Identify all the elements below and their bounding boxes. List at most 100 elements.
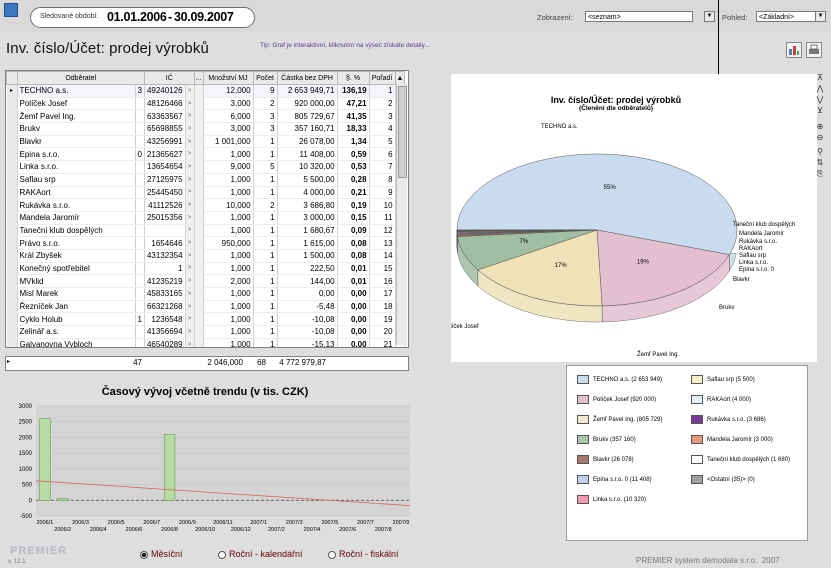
table-row[interactable]: Rukávka s.r.o. 41112526 >10,000 2 3 686,80 0,… xyxy=(6,198,406,212)
col-more[interactable]: ... xyxy=(193,71,204,85)
first-record-icon[interactable]: ⊼ xyxy=(815,74,825,82)
row-selector[interactable] xyxy=(6,122,18,136)
table-row[interactable]: Řezníček Jan 66321268 >1,000 1 -5,48 0,00 18 xyxy=(6,300,406,314)
table-row[interactable]: Mandela Jaromír 25015356 >1,000 1 3 000,00 0,… xyxy=(6,211,406,225)
col-ic[interactable]: IČ xyxy=(143,71,195,85)
cell-ic-button[interactable]: > xyxy=(185,224,195,238)
table-row[interactable]: Políček Josef 48126466 >3,000 2 920 000,00 47… xyxy=(6,97,406,111)
cell-ic-button[interactable]: > xyxy=(185,97,195,111)
table-row[interactable]: MVklid 41235219 >2,000 1 144,00 0,01 16 xyxy=(6,274,406,288)
next-record-icon[interactable]: ⋁ xyxy=(815,96,825,104)
zobrazeni-select[interactable]: <seznam> xyxy=(585,11,693,22)
row-selector[interactable] xyxy=(6,109,18,124)
row-selector[interactable] xyxy=(6,198,18,212)
period-from[interactable]: 01.01.2006 xyxy=(107,10,167,24)
cell-ic-button[interactable]: > xyxy=(185,147,195,162)
col-odberatel[interactable]: Odběratel xyxy=(16,71,145,85)
table-row[interactable]: Brukv 65698855 >3,000 3 357 160,71 18,33 4 xyxy=(6,122,406,136)
cell-ic-button[interactable]: > xyxy=(185,249,195,263)
row-selector[interactable] xyxy=(6,274,18,288)
radio-calendar[interactable]: Roční - kalendářní xyxy=(218,549,303,559)
period-to[interactable]: 30.09.2007 xyxy=(174,10,234,24)
row-selector[interactable] xyxy=(6,97,18,111)
zobrazeni-dropdown-icon[interactable]: ▼ xyxy=(704,11,715,22)
cell-ic-button[interactable]: > xyxy=(185,274,195,288)
table-row[interactable]: Zelinář a.s. 41356694 >1,000 1 -10,08 0,00 20 xyxy=(6,325,406,339)
radio-calendar-dot[interactable] xyxy=(218,550,226,559)
radio-fiscal[interactable]: Roční - fiskální xyxy=(328,549,399,559)
row-selector[interactable] xyxy=(6,262,18,276)
row-selector[interactable]: ▸ xyxy=(6,84,18,98)
table-row[interactable]: Právo s.r.o. 1654646 >950,000 1 1 615,00 0,08… xyxy=(6,236,406,250)
pohled-dropdown-icon[interactable]: ▼ xyxy=(815,11,826,22)
row-selector[interactable] xyxy=(6,160,18,174)
col-poradi[interactable]: Pořadí xyxy=(368,71,396,85)
col-pct[interactable]: §. % xyxy=(336,71,370,85)
app-icon[interactable] xyxy=(4,3,18,17)
cell-ic-button[interactable]: > xyxy=(185,236,195,250)
cell-ic-button[interactable]: > xyxy=(185,211,195,225)
cell-ic-button[interactable]: > xyxy=(185,122,195,136)
data-grid[interactable]: Odběratel IČ ... Množství MJ Počet Částk… xyxy=(5,70,409,348)
row-selector[interactable] xyxy=(6,300,18,314)
table-row[interactable]: Epina s.r.o. 0 21365627 >1,000 1 11 408,00 0,5… xyxy=(6,147,406,162)
zoom-in-icon[interactable]: ⊕ xyxy=(815,123,825,131)
col-scroll-up[interactable]: ▲ xyxy=(394,71,406,85)
table-row[interactable]: Saflau srp 27125975 >1,000 1 5 500,00 0,28 8 xyxy=(6,173,406,187)
cell-ic-button[interactable]: > xyxy=(185,109,195,124)
prev-record-icon[interactable]: ⋀ xyxy=(815,85,825,93)
grid-scroll-thumb[interactable] xyxy=(398,86,407,178)
export-icon[interactable]: ⎘ xyxy=(815,170,825,178)
sort-icon[interactable]: ⇅ xyxy=(815,159,825,167)
cell-ic-button[interactable]: > xyxy=(185,173,195,187)
trend-chart[interactable]: 3000 2500 2000 1500 1000 500 0 -5002006/1 2006/3… xyxy=(0,398,420,543)
row-selector[interactable] xyxy=(6,338,18,347)
table-row[interactable]: Konečný spotřebitel 1 >1,000 1 222,50 0,01 15 xyxy=(6,262,406,276)
table-row[interactable]: Cyklo Holub 1 1236548 >1,000 1 -10,08 0,00 19 xyxy=(6,312,406,327)
table-row[interactable]: RAKAort 25445450 >1,000 1 4 000,00 0,21 9 xyxy=(6,186,406,200)
cell-ic-button[interactable]: > xyxy=(185,84,195,98)
radio-monthly[interactable]: Měsíční xyxy=(140,549,183,559)
cell-ic-button[interactable]: > xyxy=(185,160,195,174)
row-selector[interactable] xyxy=(6,249,18,263)
table-row[interactable]: Žemľ Pavel Ing. 63363567 >6,000 3 805 729,67… xyxy=(6,109,406,124)
pie-chart[interactable]: 55% 19% 17% 7% TECHNO a.s. Políček Josef Žemľ … xyxy=(451,110,817,362)
col-mnozstvi[interactable]: Množství MJ xyxy=(202,71,254,85)
filter-icon[interactable]: ⚲ xyxy=(815,148,825,156)
zoom-out-icon[interactable]: ⊖ xyxy=(815,134,825,142)
chart-view-icon[interactable] xyxy=(786,42,802,58)
grid-scrollbar[interactable] xyxy=(396,84,407,345)
row-selector[interactable] xyxy=(6,211,18,225)
cell-ic-button[interactable]: > xyxy=(185,338,195,347)
cell-ic-button[interactable]: > xyxy=(185,262,195,276)
row-selector[interactable] xyxy=(6,173,18,187)
radio-fiscal-dot[interactable] xyxy=(328,550,336,559)
row-selector[interactable] xyxy=(6,224,18,238)
row-selector[interactable] xyxy=(6,135,18,149)
table-row[interactable]: Blavkr 43256991 >1 001,000 1 26 078,00 1,34 5 xyxy=(6,135,406,149)
pohled-select[interactable]: <Základní> xyxy=(756,11,822,22)
row-selector[interactable] xyxy=(6,287,18,301)
table-row[interactable]: Taneční klub dospělých >1,000 1 1 680,67 0,0… xyxy=(6,224,406,238)
row-selector[interactable] xyxy=(6,325,18,339)
row-selector[interactable] xyxy=(6,236,18,250)
cell-ic-button[interactable]: > xyxy=(185,198,195,212)
row-selector[interactable] xyxy=(6,312,18,327)
cell-ic-button[interactable]: > xyxy=(185,135,195,149)
table-row[interactable]: Misl Marek 45833165 >1,000 1 0,00 0,00 17 xyxy=(6,287,406,301)
cell-ic-button[interactable]: > xyxy=(185,312,195,327)
radio-monthly-dot[interactable] xyxy=(140,550,148,559)
col-castka[interactable]: Částka bez DPH xyxy=(276,71,338,85)
cell-ic-button[interactable]: > xyxy=(185,186,195,200)
col-pocet[interactable]: Počet xyxy=(252,71,278,85)
row-selector[interactable] xyxy=(6,186,18,200)
table-row[interactable]: Král Zbyšek 43132354 >1,000 1 1 500,00 0,08 14 xyxy=(6,249,406,263)
table-row[interactable]: ▸ TECHNO a.s. 3 49240126 >12,000 9 2 653 949,7… xyxy=(6,84,406,98)
table-row[interactable]: Linka s.r.o. 13654654 >9,000 5 10 320,00 0,53… xyxy=(6,160,406,174)
last-record-icon[interactable]: ⊻ xyxy=(815,107,825,115)
cell-ic-button[interactable]: > xyxy=(185,325,195,339)
cell-ic-button[interactable]: > xyxy=(185,287,195,301)
cell-ic-button[interactable]: > xyxy=(185,300,195,314)
print-icon[interactable] xyxy=(806,42,822,58)
table-row[interactable]: Galvanovna Vybloch 46540289 >1,000 1 -15,13 0… xyxy=(6,338,406,347)
